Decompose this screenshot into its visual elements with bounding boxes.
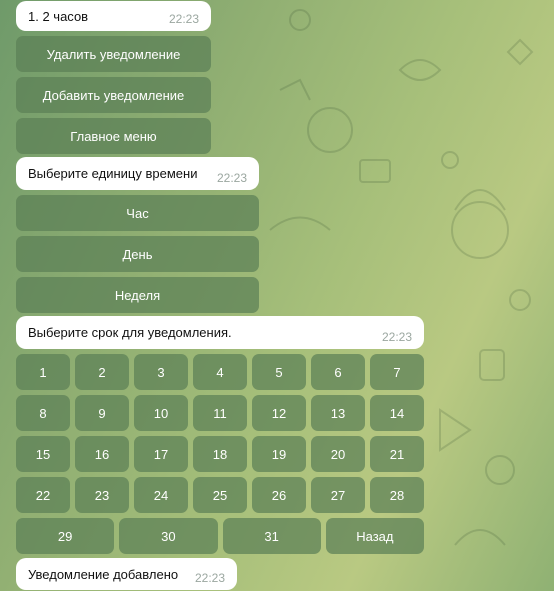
day-button[interactable]: День [16, 236, 259, 272]
day-1-button[interactable]: 1 [16, 354, 70, 390]
add-notification-button[interactable]: Добавить уведомление [16, 77, 211, 113]
day-8-button[interactable]: 8 [16, 395, 70, 431]
day-5-button[interactable]: 5 [252, 354, 306, 390]
day-25-button[interactable]: 25 [193, 477, 247, 513]
back-button[interactable]: Назад [325, 518, 424, 554]
day-9-button[interactable]: 9 [75, 395, 129, 431]
day-24-button[interactable]: 24 [134, 477, 188, 513]
day-31-button[interactable]: 31 [222, 518, 321, 554]
message-bubble: Выберите единицу времени 22:23 [16, 157, 259, 190]
message-bubble: 1. 2 часов 22:23 [16, 1, 211, 31]
hour-button[interactable]: Час [16, 195, 259, 231]
day-23-button[interactable]: 23 [75, 477, 129, 513]
day-20-button[interactable]: 20 [311, 436, 365, 472]
day-22-button[interactable]: 22 [16, 477, 70, 513]
day-2-button[interactable]: 2 [75, 354, 129, 390]
day-11-button[interactable]: 11 [193, 395, 247, 431]
day-6-button[interactable]: 6 [311, 354, 365, 390]
menu-keyboard: Удалить уведомление Добавить уведомление… [16, 36, 211, 154]
day-19-button[interactable]: 19 [252, 436, 306, 472]
message-text: Уведомление добавлено [28, 566, 179, 582]
message-bubble: Выберите срок для уведомления. 22:23 [16, 316, 424, 349]
message-text: Выберите срок для уведомления. [28, 325, 232, 340]
message-time: 22:23 [381, 330, 412, 344]
message-text: 1. 2 часов [28, 8, 89, 24]
day-12-button[interactable]: 12 [252, 395, 306, 431]
day-4-button[interactable]: 4 [193, 354, 247, 390]
delete-notification-button[interactable]: Удалить уведомление [16, 36, 211, 72]
day-13-button[interactable]: 13 [311, 395, 365, 431]
week-button[interactable]: Неделя [16, 277, 259, 313]
day-21-button[interactable]: 21 [370, 436, 424, 472]
day-14-button[interactable]: 14 [370, 395, 424, 431]
message-time: 22:23 [168, 12, 199, 26]
day-17-button[interactable]: 17 [134, 436, 188, 472]
message-time: 22:23 [194, 571, 225, 585]
day-29-button[interactable]: 29 [16, 518, 115, 554]
day-15-button[interactable]: 15 [16, 436, 70, 472]
message-bubble: Уведомление добавлено 22:23 [16, 558, 237, 590]
day-16-button[interactable]: 16 [75, 436, 129, 472]
main-menu-button[interactable]: Главное меню [16, 118, 211, 154]
day-7-button[interactable]: 7 [370, 354, 424, 390]
message-text: Выберите единицу времени [28, 166, 198, 181]
message-time: 22:23 [216, 171, 247, 185]
days-keyboard: 1 2 3 4 5 6 7 8 9 10 11 12 13 14 15 16 1… [16, 354, 424, 513]
day-27-button[interactable]: 27 [311, 477, 365, 513]
time-unit-keyboard: Час День Неделя [16, 195, 259, 313]
day-28-button[interactable]: 28 [370, 477, 424, 513]
day-10-button[interactable]: 10 [134, 395, 188, 431]
day-26-button[interactable]: 26 [252, 477, 306, 513]
day-18-button[interactable]: 18 [193, 436, 247, 472]
days-last-row: 29 30 31 Назад [16, 518, 424, 554]
day-30-button[interactable]: 30 [119, 518, 218, 554]
day-3-button[interactable]: 3 [134, 354, 188, 390]
